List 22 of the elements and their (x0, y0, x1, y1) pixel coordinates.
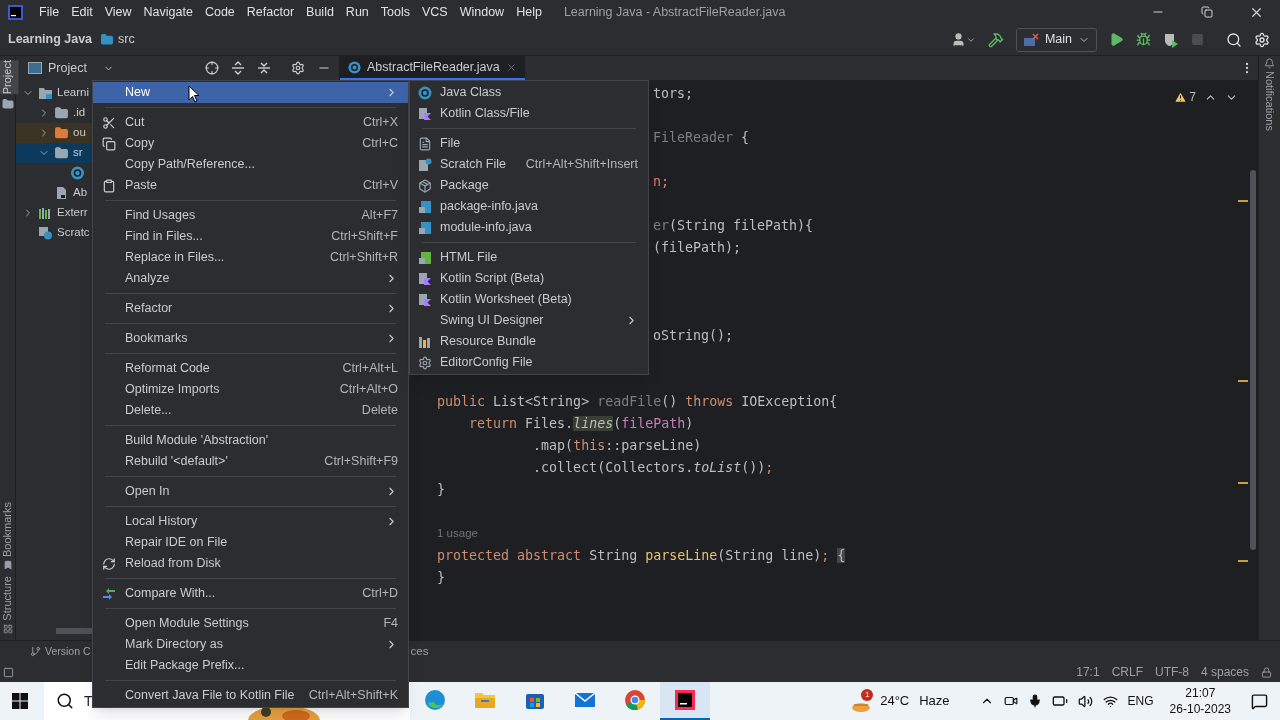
tree-label: Exterr (57, 205, 88, 221)
code-line: (filePath); (653, 239, 742, 257)
tree-label: ou (73, 125, 86, 141)
code-line: } (436, 569, 446, 587)
window-title: Learning Java - AbstractFileReader.java (563, 3, 786, 21)
code-line: n; (653, 173, 670, 191)
tree-label: Ab (73, 185, 88, 201)
code-line: return Files.lines(filePath) (468, 415, 694, 433)
code-line: } (436, 481, 446, 499)
tree-label: .id (73, 105, 86, 121)
code-line: protected abstract String parseLine(String line); { (436, 547, 846, 565)
code-line: public List<String> readFile() throws IOException{ (436, 393, 838, 411)
code-line: er(String filePath){ (653, 217, 814, 235)
notification-badge: 1 (861, 689, 874, 701)
code-line: .collect(Collectors.toList()); (532, 459, 774, 477)
code-line: FileReader { (653, 129, 750, 147)
tree-label: Learni (57, 85, 89, 101)
code-line: oString(); (653, 327, 734, 345)
tree-label: sr (73, 145, 83, 161)
code-line: tors; (653, 85, 694, 103)
tree-label: Scratc (57, 225, 90, 241)
code-line: .map(this::parseLine) (532, 437, 702, 455)
